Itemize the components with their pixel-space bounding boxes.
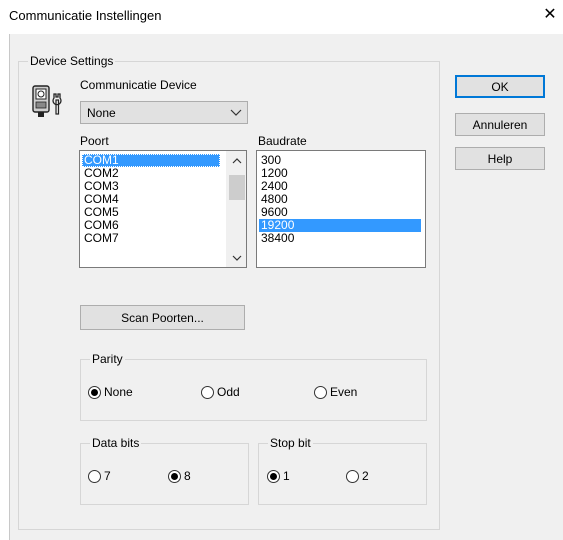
radio-dot-icon — [314, 385, 327, 399]
radio-dot-icon — [346, 469, 359, 483]
radio-dot-icon — [88, 385, 101, 399]
baudrate-label: Baudrate — [258, 134, 307, 148]
chevron-down-icon — [229, 104, 243, 120]
stop-bit-1-radio[interactable]: 1 — [267, 469, 290, 483]
data-bits-label: Data bits — [90, 436, 142, 450]
device-dropdown-value: None — [87, 106, 116, 120]
radio-label: 2 — [362, 469, 369, 483]
scroll-up-icon[interactable] — [230, 155, 244, 169]
radio-dot-icon — [168, 469, 181, 483]
device-label: Communicatie Device — [80, 78, 197, 92]
radio-label: Odd — [217, 385, 240, 399]
radio-label: 7 — [104, 469, 111, 483]
scroll-down-icon[interactable] — [230, 252, 244, 266]
radio-dot-icon — [267, 469, 280, 483]
radio-label: Even — [330, 385, 358, 399]
port-scroll-thumb[interactable] — [229, 175, 245, 200]
port-scrollbar[interactable] — [226, 151, 246, 267]
port-list-item[interactable]: COM7 — [82, 232, 220, 245]
baud-list-item[interactable]: 38400 — [259, 232, 421, 245]
radio-label: None — [104, 385, 133, 399]
parity-even-radio[interactable]: Even — [314, 385, 357, 399]
device-dropdown[interactable]: None — [80, 101, 248, 124]
parity-none-radio[interactable]: None — [88, 385, 133, 399]
device-wrench-icon — [32, 84, 66, 120]
scan-ports-button[interactable]: Scan Poorten... — [80, 305, 245, 330]
baudrate-listbox[interactable]: 300 1200 2400 4800 9600 19200 38400 — [256, 150, 426, 268]
cancel-button[interactable]: Annuleren — [455, 113, 545, 136]
window-title: Communicatie Instellingen — [9, 8, 162, 23]
parity-label: Parity — [90, 352, 125, 366]
data-bits-7-radio[interactable]: 7 — [88, 469, 111, 483]
stop-bit-label: Stop bit — [268, 436, 313, 450]
stop-bit-2-radio[interactable]: 2 — [346, 469, 369, 483]
ok-button[interactable]: OK — [455, 75, 545, 98]
close-icon[interactable]: ✕ — [541, 6, 559, 24]
help-button[interactable]: Help — [455, 147, 545, 170]
radio-label: 8 — [184, 469, 191, 483]
device-settings-label: Device Settings — [28, 54, 116, 68]
data-bits-8-radio[interactable]: 8 — [168, 469, 191, 483]
radio-dot-icon — [201, 385, 214, 399]
port-label: Poort — [80, 134, 109, 148]
radio-label: 1 — [283, 469, 290, 483]
radio-dot-icon — [88, 469, 101, 483]
port-listbox[interactable]: COM1 COM2 COM3 COM4 COM5 COM6 COM7 — [79, 150, 247, 268]
parity-odd-radio[interactable]: Odd — [201, 385, 240, 399]
